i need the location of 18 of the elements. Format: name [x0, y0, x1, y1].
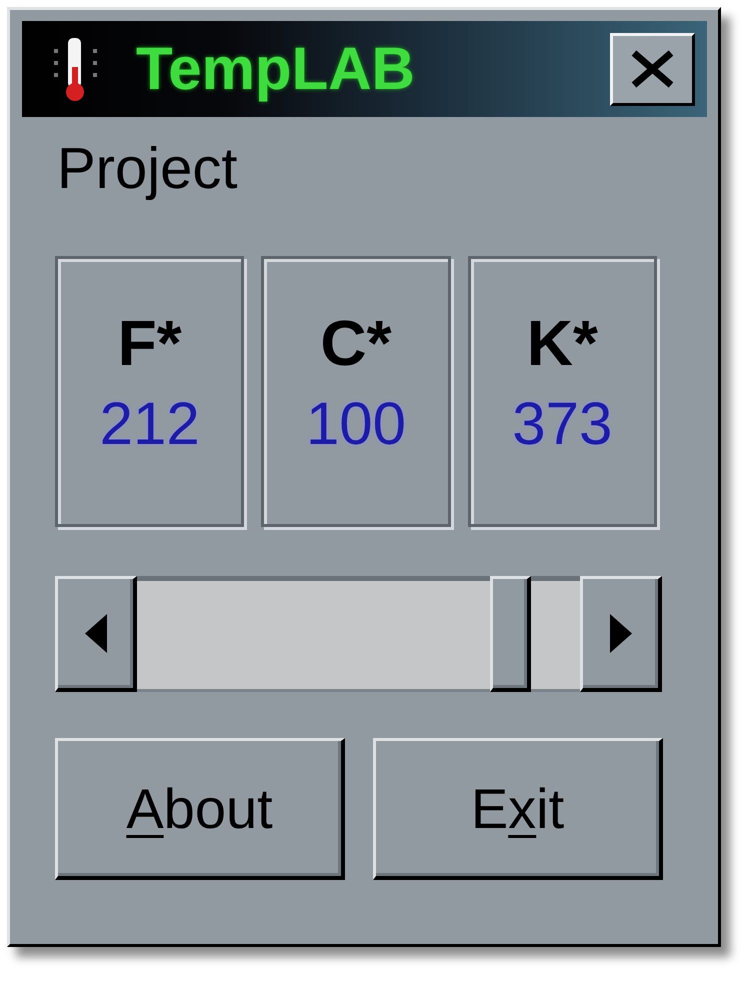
- section-label: Project: [57, 140, 238, 198]
- window-title: TempLAB: [136, 39, 415, 99]
- scroll-right-button[interactable]: [580, 576, 662, 692]
- left-arrow-icon: [84, 614, 106, 653]
- exit-button[interactable]: Exit: [373, 738, 663, 880]
- temperature-value: 100: [306, 394, 406, 454]
- unit-label: K*: [526, 311, 598, 375]
- about-button[interactable]: About: [55, 738, 345, 880]
- unit-label: C*: [320, 311, 392, 375]
- temperature-value: 212: [100, 394, 200, 454]
- close-button[interactable]: [610, 32, 695, 106]
- close-icon: [631, 50, 674, 88]
- scrollbar-thumb[interactable]: [490, 576, 531, 692]
- temperature-value: 373: [512, 394, 612, 454]
- unit-label: F*: [118, 311, 182, 375]
- right-arrow-icon: [610, 614, 632, 653]
- thermometer-icon: [53, 36, 98, 102]
- scroll-left-button[interactable]: [55, 576, 137, 692]
